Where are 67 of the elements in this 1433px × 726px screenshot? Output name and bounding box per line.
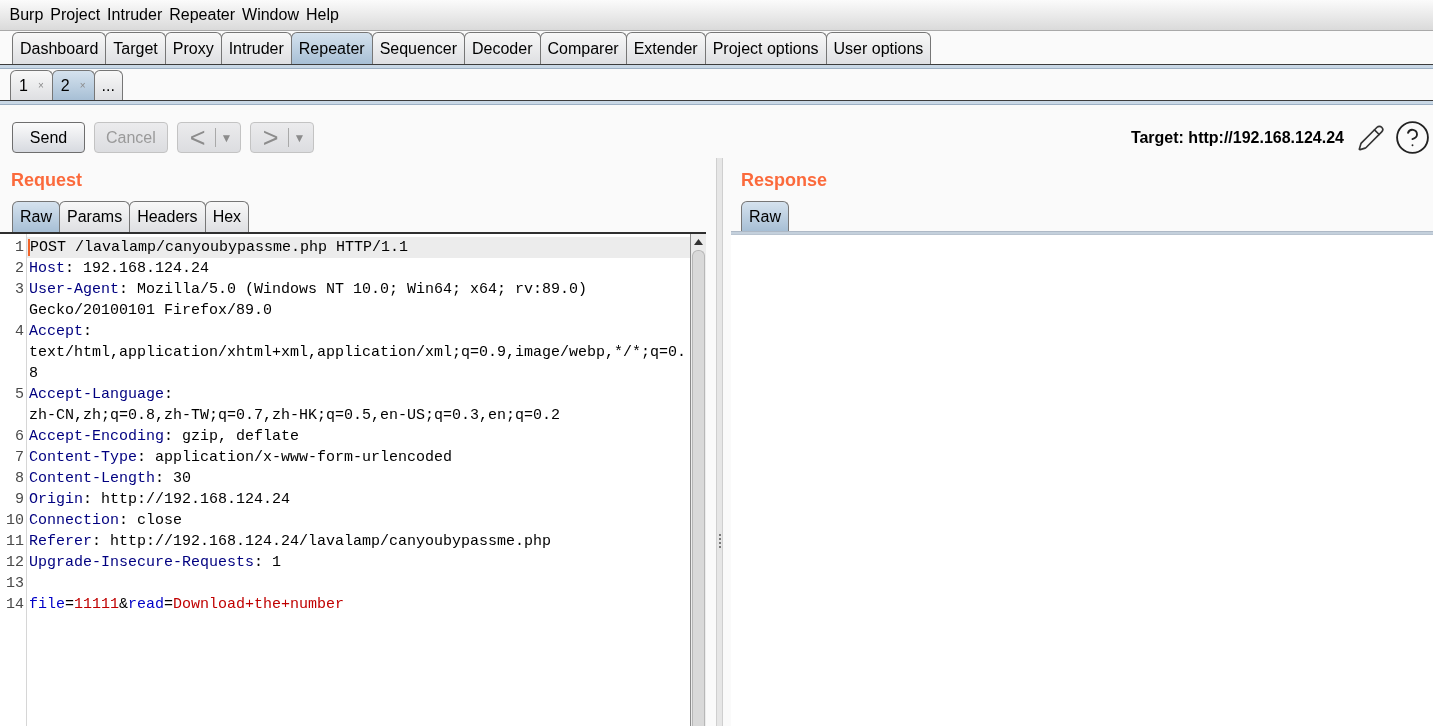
target-label: Target: http://192.168.124.24 bbox=[1130, 128, 1344, 147]
menu-item[interactable]: Burp bbox=[6, 5, 47, 25]
text-cursor-icon bbox=[28, 239, 30, 256]
menu-item[interactable]: Project bbox=[46, 5, 104, 25]
grip-icon[interactable] bbox=[718, 534, 721, 548]
code-line: Upgrade-Insecure-Requests: 1 bbox=[29, 553, 282, 573]
code-line: Gecko/20100101 Firefox/89.0 bbox=[29, 301, 273, 321]
line-number: 6 bbox=[14, 427, 25, 447]
code-line: Origin: http://192.168.124.24 bbox=[29, 490, 291, 510]
line-number: 5 bbox=[14, 385, 25, 405]
code-line: Referer: http://192.168.124.24/lavalamp/canyoubypassme.php bbox=[29, 532, 552, 552]
main-tab[interactable]: Project options bbox=[704, 32, 827, 64]
editor-tab[interactable]: Raw bbox=[12, 201, 60, 232]
code-line: Connection: close bbox=[29, 511, 183, 531]
request-tab[interactable]: 1 × bbox=[10, 70, 53, 100]
main-tab[interactable]: Repeater bbox=[290, 32, 373, 64]
editor-tab[interactable]: Headers bbox=[129, 201, 206, 232]
main-tab[interactable]: Intruder bbox=[220, 32, 292, 64]
main-tab[interactable]: Sequencer bbox=[371, 32, 465, 64]
code-line: text/html,application/xhtml+xml,application/xml;q=0.9,image/webp,*/*;q=0. bbox=[29, 343, 687, 363]
line-number: 14 bbox=[5, 595, 25, 615]
panel-title: Response bbox=[741, 169, 828, 191]
line-number: 8 bbox=[14, 469, 25, 489]
line-number: 7 bbox=[14, 448, 25, 468]
send-button[interactable]: Send bbox=[12, 122, 85, 153]
code-line: POST /lavalamp/canyoubypassme.php HTTP/1.1 bbox=[30, 238, 409, 258]
main-tab[interactable]: Dashboard bbox=[12, 32, 107, 64]
code-line: Host: 192.168.124.24 bbox=[29, 259, 210, 279]
scroll-up-icon[interactable] bbox=[694, 239, 703, 245]
main-tab[interactable]: Proxy bbox=[164, 32, 222, 64]
new-tab-button[interactable]: ... bbox=[93, 70, 123, 100]
code-line: file=11111&read=Download+the+number bbox=[29, 595, 345, 615]
line-number: 4 bbox=[14, 322, 25, 342]
scrollbar-track[interactable] bbox=[690, 234, 706, 726]
code-line: User-Agent: Mozilla/5.0 (Windows NT 10.0; Win64; x64; rv:89.0) bbox=[29, 280, 588, 300]
line-number: 9 bbox=[14, 490, 25, 510]
editor-tab[interactable]: Raw bbox=[741, 201, 789, 231]
pencil-icon[interactable] bbox=[1357, 123, 1385, 152]
line-number: 10 bbox=[5, 511, 25, 531]
line-number: 13 bbox=[5, 574, 25, 594]
help-icon[interactable] bbox=[1394, 119, 1431, 156]
code-line: 8 bbox=[29, 364, 38, 384]
line-number: 2 bbox=[14, 259, 25, 279]
menu-item[interactable]: Window bbox=[238, 5, 303, 25]
editor-tab[interactable]: Hex bbox=[204, 201, 250, 232]
code-line: Accept-Encoding: gzip, deflate bbox=[29, 427, 300, 447]
line-number: 1 bbox=[14, 238, 25, 258]
panel-title: Request bbox=[11, 169, 82, 191]
menu-item[interactable]: Intruder bbox=[103, 5, 166, 25]
menu-item[interactable]: Help bbox=[302, 5, 343, 25]
main-tab[interactable]: Target bbox=[105, 32, 166, 64]
main-tab[interactable]: User options bbox=[825, 32, 932, 64]
main-tab[interactable]: Comparer bbox=[539, 32, 627, 64]
request-tab[interactable]: 2 × bbox=[51, 70, 95, 100]
main-tab[interactable]: Extender bbox=[625, 32, 706, 64]
line-number: 12 bbox=[5, 553, 25, 573]
code-line: Content-Length: 30 bbox=[29, 469, 192, 489]
code-line: Accept-Language: bbox=[29, 385, 174, 405]
code-line: zh-CN,zh;q=0.8,zh-TW;q=0.7,zh-HK;q=0.5,en-US;q=0.3,en;q=0.2 bbox=[29, 406, 561, 426]
scrollbar-thumb[interactable] bbox=[692, 250, 705, 726]
menu-item[interactable]: Repeater bbox=[165, 5, 239, 25]
editor-tab[interactable]: Params bbox=[59, 201, 131, 232]
code-line: Content-Type: application/x-www-form-urlencoded bbox=[29, 448, 453, 468]
code-line: Accept: bbox=[29, 322, 93, 342]
line-number: 3 bbox=[14, 280, 25, 300]
line-number: 11 bbox=[5, 532, 25, 552]
main-tab[interactable]: Decoder bbox=[464, 32, 541, 64]
